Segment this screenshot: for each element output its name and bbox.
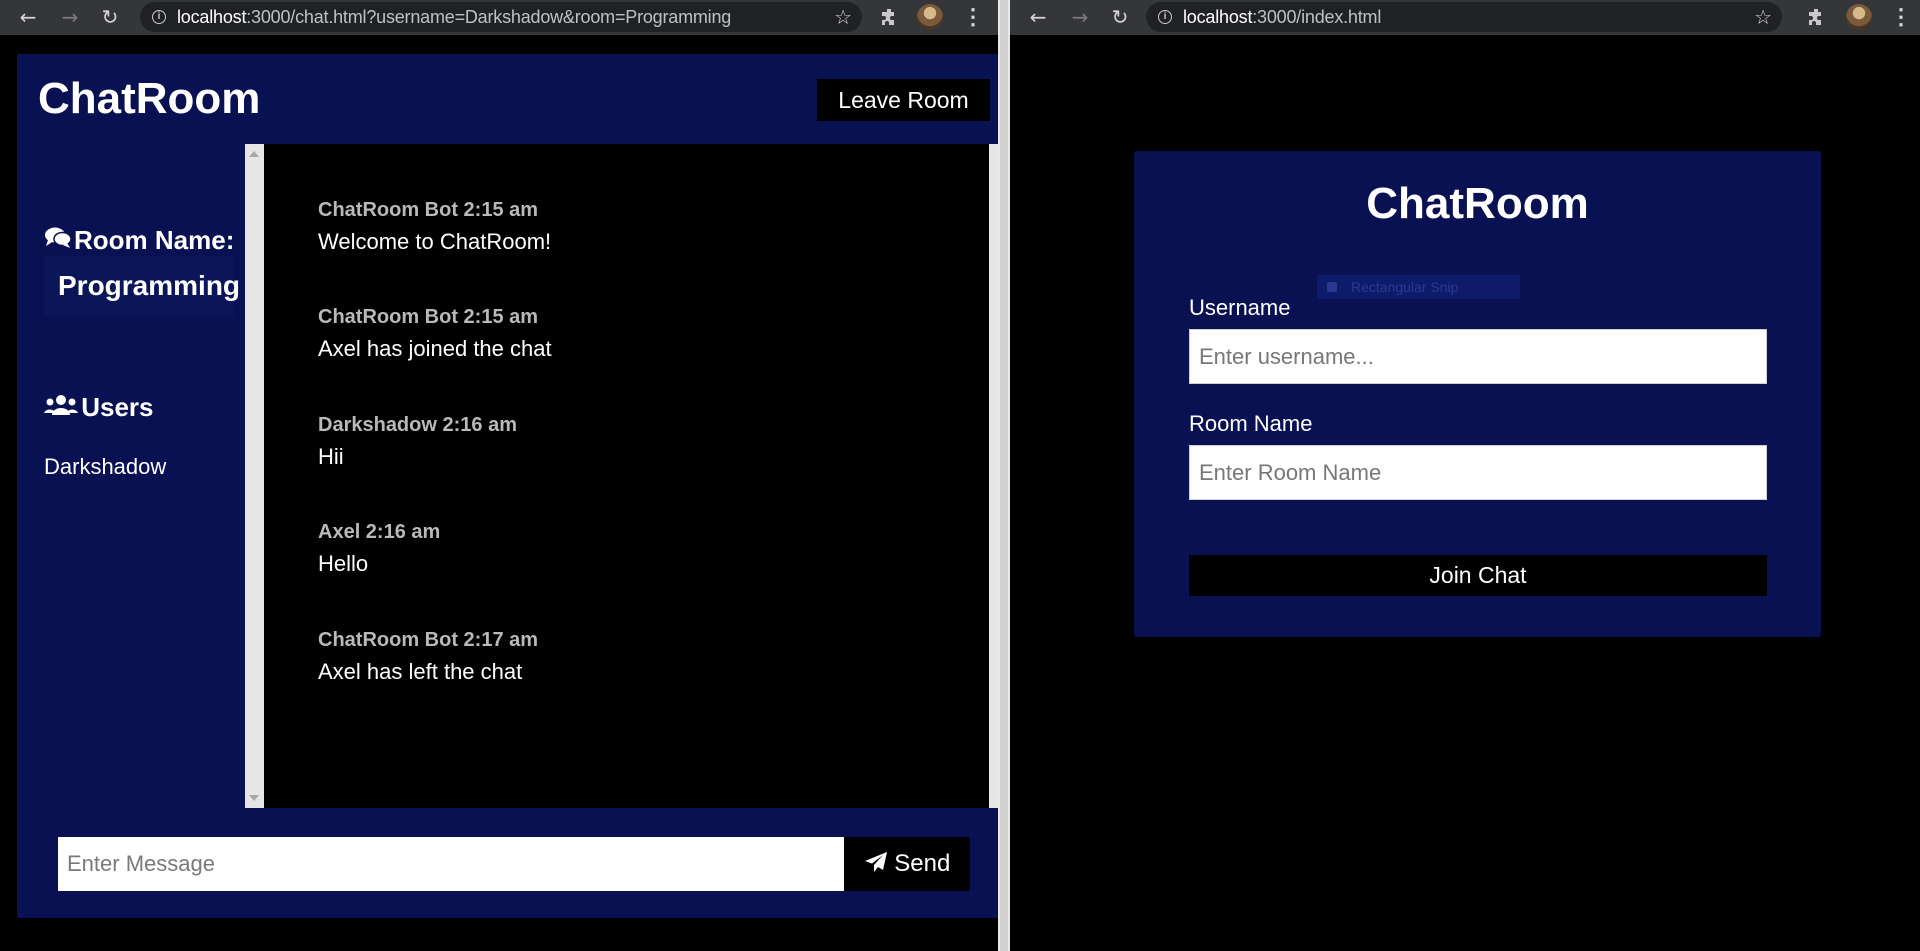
username-input[interactable] xyxy=(1189,329,1767,384)
window-divider xyxy=(998,0,1010,951)
snip-icon xyxy=(1327,282,1337,292)
site-info-icon[interactable]: i xyxy=(1158,10,1172,24)
forward-icon[interactable]: → xyxy=(56,3,84,31)
extensions-icon[interactable] xyxy=(1807,7,1827,27)
leave-room-button[interactable]: Leave Room xyxy=(817,79,990,121)
join-window: ← → ↻ i localhost:3000/index.html ☆ ⋮ Ch… xyxy=(1010,0,1920,951)
users-heading-label: Users xyxy=(81,392,154,422)
url-text[interactable]: localhost:3000/chat.html?username=Darksh… xyxy=(177,2,731,32)
site-info-icon[interactable]: i xyxy=(152,10,166,24)
address-bar[interactable]: i localhost:3000/index.html ☆ xyxy=(1146,2,1782,32)
reload-icon[interactable]: ↻ xyxy=(1106,3,1134,31)
app-title: ChatRoom xyxy=(38,74,261,123)
browser-menu-icon[interactable]: ⋮ xyxy=(1890,4,1912,30)
snip-overlay: Rectangular Snip xyxy=(1317,275,1520,299)
url-text[interactable]: localhost:3000/index.html xyxy=(1183,2,1381,32)
scroll-up-arrow-icon[interactable] xyxy=(249,151,259,157)
message-item: ChatRoom Bot 2:15 am Axel has joined the… xyxy=(318,306,552,362)
bookmark-star-icon[interactable]: ☆ xyxy=(1754,2,1772,32)
room-heading-label: Room Name: xyxy=(74,225,235,255)
bookmark-star-icon[interactable]: ☆ xyxy=(834,2,852,32)
users-icon xyxy=(44,393,78,421)
message-meta: ChatRoom Bot 2:15 am xyxy=(318,306,539,328)
chat-window: ← → ↻ i localhost:3000/chat.html?usernam… xyxy=(0,0,998,951)
message-text: Welcome to ChatRoom! xyxy=(318,229,552,254)
browser-toolbar: ← → ↻ i localhost:3000/index.html ☆ ⋮ xyxy=(1010,0,1920,35)
message-text: Axel has joined the chat xyxy=(318,336,552,361)
extensions-icon[interactable] xyxy=(880,7,900,27)
message-item: Axel 2:16 am Hello xyxy=(318,521,440,577)
scroll-down-arrow-icon[interactable] xyxy=(249,795,259,801)
message-meta: Darkshadow 2:16 am xyxy=(318,414,517,436)
chat-messages: ChatRoom Bot 2:15 am Welcome to ChatRoom… xyxy=(264,144,989,808)
comments-icon xyxy=(44,225,74,254)
send-button[interactable]: Send xyxy=(844,837,970,891)
chat-sidebar: Room Name: Programming Users Darkshadow xyxy=(17,144,245,808)
room-name-input[interactable] xyxy=(1189,445,1767,500)
user-list-item: Darkshadow xyxy=(44,454,167,479)
message-text: Hello xyxy=(318,551,369,576)
messages-border xyxy=(989,144,998,808)
message-input[interactable] xyxy=(58,837,844,891)
message-compose: Send xyxy=(17,808,998,918)
browser-menu-icon[interactable]: ⋮ xyxy=(962,4,984,30)
reload-icon[interactable]: ↻ xyxy=(96,3,124,31)
users-heading: Users xyxy=(44,393,154,421)
message-text: Hii xyxy=(318,444,344,469)
back-icon[interactable]: ← xyxy=(14,3,42,31)
message-text: Axel has left the chat xyxy=(318,659,523,684)
messages-scrollbar[interactable] xyxy=(245,144,264,808)
chat-container: ChatRoom Leave Room Room Name: Programmi… xyxy=(17,54,998,918)
send-label: Send xyxy=(894,850,951,877)
username-label: Username xyxy=(1189,295,1291,320)
join-form-card: ChatRoom Rectangular Snip Username Room … xyxy=(1134,151,1821,637)
paper-plane-icon xyxy=(864,852,887,872)
message-meta: ChatRoom Bot 2:17 am xyxy=(318,629,539,651)
room-name-value: Programming xyxy=(44,256,240,316)
profile-avatar[interactable] xyxy=(917,4,943,30)
message-meta: ChatRoom Bot 2:15 am xyxy=(318,199,539,221)
app-title: ChatRoom xyxy=(1366,179,1589,228)
message-item: Darkshadow 2:16 am Hii xyxy=(318,414,517,470)
room-name-heading: Room Name: xyxy=(44,225,234,254)
address-bar[interactable]: i localhost:3000/chat.html?username=Dark… xyxy=(140,2,862,32)
message-meta: Axel 2:16 am xyxy=(318,521,441,543)
room-name-label: Room Name xyxy=(1189,411,1313,436)
back-icon[interactable]: ← xyxy=(1024,3,1052,31)
forward-icon[interactable]: → xyxy=(1066,3,1094,31)
chat-header: ChatRoom Leave Room xyxy=(17,54,998,144)
join-chat-button[interactable]: Join Chat xyxy=(1189,555,1767,596)
profile-avatar[interactable] xyxy=(1846,4,1872,30)
message-item: ChatRoom Bot 2:15 am Welcome to ChatRoom… xyxy=(318,199,551,255)
message-item: ChatRoom Bot 2:17 am Axel has left the c… xyxy=(318,629,538,685)
browser-toolbar: ← → ↻ i localhost:3000/chat.html?usernam… xyxy=(0,0,998,35)
